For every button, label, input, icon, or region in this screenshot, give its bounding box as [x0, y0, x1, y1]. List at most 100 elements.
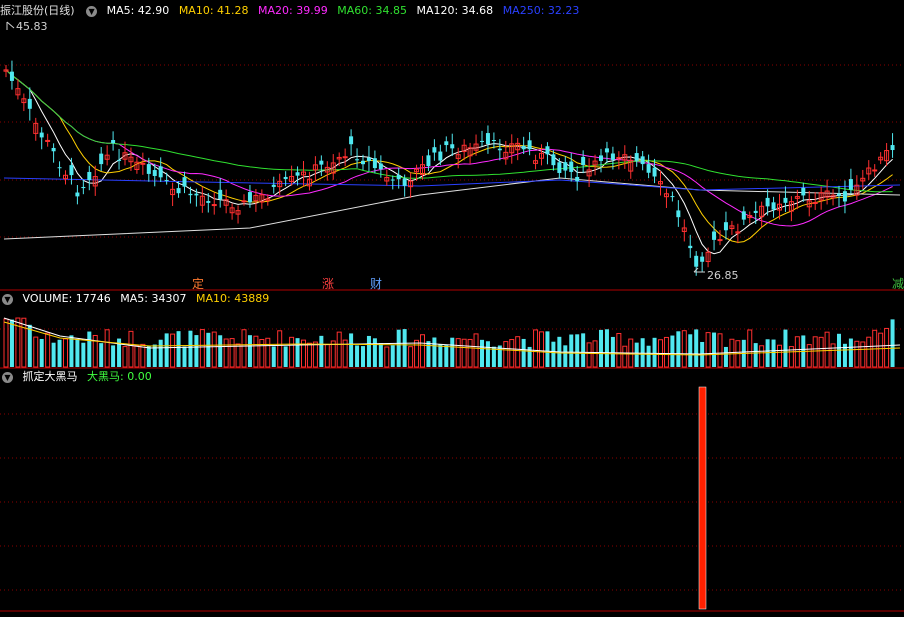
- volume-bar: [467, 338, 473, 368]
- stock-name: 振江股份: [0, 4, 44, 17]
- volume-bar: [9, 319, 14, 367]
- candle-body: [610, 153, 615, 160]
- event-tag[interactable]: 财: [370, 275, 382, 292]
- candle-body: [342, 156, 348, 159]
- volume-bar: [622, 345, 628, 368]
- candle-body: [390, 179, 395, 181]
- volume-bar: [884, 327, 890, 368]
- volume-bar: [414, 339, 420, 368]
- event-tag[interactable]: 涨: [322, 275, 334, 292]
- volume-bar: [355, 345, 360, 367]
- chevron-down-icon[interactable]: ▼: [86, 5, 98, 17]
- candle-body: [581, 156, 586, 166]
- candle-body: [438, 151, 443, 161]
- ma-line: [5, 69, 893, 227]
- volume-bar: [450, 337, 455, 367]
- chevron-down-icon[interactable]: ▼: [2, 371, 13, 383]
- volume-bar: [586, 342, 592, 368]
- volume-bar: [723, 346, 728, 367]
- volume-bar: [824, 331, 830, 368]
- candle-body: [604, 148, 609, 153]
- volume-bar: [812, 336, 818, 368]
- candle-body: [771, 202, 776, 210]
- volume-legend: ▼ VOLUME: 17746 MA5: 34307 MA10: 43889: [0, 291, 275, 306]
- volume-bar: [610, 336, 615, 367]
- candle-body: [700, 256, 705, 262]
- volume-bar: [176, 331, 181, 367]
- volume-bar: [473, 333, 479, 368]
- volume-bar: [235, 343, 241, 368]
- volume-bar: [277, 330, 283, 368]
- candle-body: [890, 145, 895, 151]
- candle-body: [99, 153, 104, 165]
- volume-bar: [604, 329, 609, 367]
- candle-body: [164, 180, 169, 182]
- volume-bar: [783, 329, 788, 367]
- volume-bar: [194, 335, 199, 367]
- candle-body: [717, 239, 723, 242]
- volume-bar: [444, 345, 449, 367]
- chevron-down-icon[interactable]: ▼: [2, 293, 13, 305]
- volume-bar: [361, 346, 365, 367]
- volume-bar: [521, 338, 526, 367]
- volume-bar: [688, 334, 693, 367]
- volume-bar: [319, 335, 324, 367]
- candle-body: [319, 160, 324, 165]
- candle-body: [111, 140, 116, 144]
- volume-bar: [199, 329, 205, 368]
- volume-bar: [99, 343, 104, 367]
- candle-body: [194, 193, 199, 196]
- candle-body: [283, 176, 288, 180]
- volume-bar: [349, 333, 354, 367]
- candle-body: [117, 159, 122, 161]
- volume-bar: [717, 333, 723, 368]
- volume-bar: [771, 339, 776, 367]
- candle-body: [295, 172, 300, 176]
- candle-body: [801, 187, 806, 196]
- volume-bar: [229, 338, 235, 368]
- chart-canvas: [0, 21, 904, 612]
- volume-bar: [81, 342, 86, 367]
- volume-bar: [652, 337, 657, 367]
- volume-bar: [729, 338, 735, 368]
- candle-body: [569, 161, 574, 172]
- ma10-label: MA10: 41.28: [178, 4, 249, 17]
- event-tag[interactable]: 定: [192, 275, 204, 292]
- volume-bar: [188, 330, 193, 367]
- volume-bar: [866, 336, 872, 368]
- volume-bar: [777, 344, 782, 368]
- volume-bar: [366, 335, 371, 367]
- ma250-label: MA250: 32.23: [502, 4, 580, 17]
- candle-body: [81, 186, 86, 189]
- candle-body: [497, 148, 502, 151]
- candle-body: [158, 166, 163, 178]
- ma-line: [3, 177, 901, 240]
- price-high-label: 45.83: [16, 20, 48, 33]
- candle-body: [527, 140, 532, 150]
- candle-body: [241, 200, 247, 203]
- candle-body: [355, 159, 360, 161]
- volume-bar: [670, 335, 675, 367]
- volume-bar: [712, 332, 717, 367]
- ma120-label: MA120: 34.68: [416, 4, 494, 17]
- volume-bar: [69, 335, 74, 367]
- volume-bar: [253, 335, 259, 368]
- candle-body: [271, 184, 276, 187]
- volume-bar: [747, 329, 753, 368]
- volume-bar: [806, 344, 812, 368]
- volume-bar: [336, 331, 342, 368]
- event-tag[interactable]: 减: [892, 275, 904, 292]
- candle-body: [765, 197, 770, 207]
- volume-bar: [283, 346, 288, 367]
- volume-bar: [480, 339, 484, 367]
- volume-bar: [27, 324, 32, 367]
- candle-body: [753, 210, 758, 213]
- volume-label: VOLUME: 17746: [22, 292, 111, 305]
- candle-body: [206, 201, 211, 203]
- ma20-label: MA20: 39.99: [258, 4, 328, 17]
- volume-bar: [223, 338, 229, 368]
- candle-body: [349, 136, 354, 145]
- candle-body: [247, 192, 252, 203]
- volume-bar: [289, 336, 295, 368]
- volume-bar: [420, 334, 425, 368]
